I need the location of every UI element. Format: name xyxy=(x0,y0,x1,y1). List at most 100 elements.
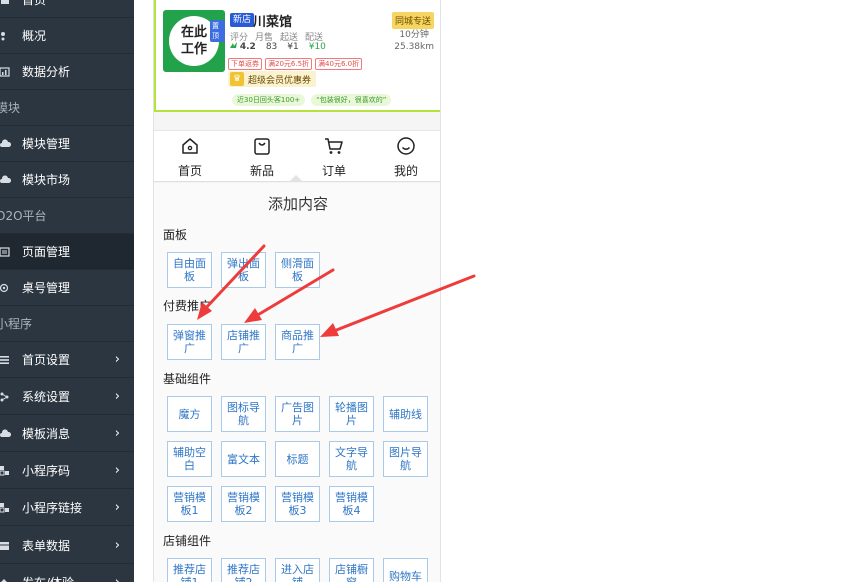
bag-icon xyxy=(254,137,270,155)
tab-home[interactable]: 首页 xyxy=(154,131,226,183)
coupon-tag: 下单返券 xyxy=(228,58,262,70)
sidebar-item-label: 模块管理 xyxy=(22,137,71,151)
component-button[interactable]: 营销模板2 xyxy=(221,486,266,522)
component-button[interactable]: 辅助空白 xyxy=(167,441,212,477)
sidebar-item-form-data[interactable]: 表单数据 › xyxy=(0,528,134,564)
grid-icon xyxy=(0,453,14,489)
grid-icon xyxy=(0,490,14,526)
home-icon xyxy=(182,137,198,154)
component-button[interactable]: 弹出面板 xyxy=(221,252,266,288)
rating-icon xyxy=(230,42,237,48)
delivery-time-value: 10分钟 xyxy=(399,30,429,40)
sidebar-item-label: 表单数据 xyxy=(22,539,71,553)
sidebar-section-modules: 模块 xyxy=(0,90,134,126)
component-button[interactable]: 营销模板4 xyxy=(329,486,374,522)
monthly-sales-value: 83 xyxy=(265,42,278,52)
home-icon xyxy=(0,0,14,18)
component-button[interactable]: 图片导航 xyxy=(383,441,428,477)
tab-label: 新品 xyxy=(249,163,274,178)
sidebar-item-data-analysis[interactable]: 数据分析 xyxy=(0,54,134,90)
panel-title: 添加内容 xyxy=(267,195,328,213)
sidebar-item-table-manage[interactable]: 桌号管理 xyxy=(0,270,134,306)
add-content-panel: 添加内容 面板 自由面板 弹出面板 侧滑面板 付费推广 弹窗推广 店铺推广 商品… xyxy=(154,183,440,582)
component-button[interactable]: 辅助线 xyxy=(383,396,428,432)
component-button[interactable]: 店铺推广 xyxy=(221,324,266,360)
component-button[interactable]: 富文本 xyxy=(221,441,266,477)
sidebar-section-miniprogram: 小程序 xyxy=(0,306,134,342)
panel-buttons: 自由面板 弹出面板 侧滑面板 xyxy=(167,252,437,297)
component-button[interactable]: 推荐店铺2 xyxy=(221,558,266,582)
sidebar-item-template-messages[interactable]: 模板消息 › xyxy=(0,416,134,452)
tab-orders[interactable]: 订单 xyxy=(298,131,370,183)
component-button[interactable]: 魔方 xyxy=(167,396,212,432)
sidebar-item-label: 系统设置 xyxy=(22,390,71,404)
component-button[interactable]: 标题 xyxy=(275,441,320,477)
page-icon xyxy=(0,234,14,270)
chevron-right-icon: › xyxy=(114,500,120,515)
logo-tag: 置顶 xyxy=(210,20,225,42)
component-button[interactable]: 推荐店铺1 xyxy=(167,558,212,582)
sidebar-item-label: 首页设置 xyxy=(22,353,71,367)
component-button[interactable]: 购物车 xyxy=(383,558,428,582)
cloud-icon xyxy=(0,126,14,162)
tab-mine[interactable]: 我的 xyxy=(370,131,440,183)
shop-logo-text: 在此 xyxy=(180,25,207,40)
coupon-row: 下单返券 满20元6.5折 满40元6.0折 xyxy=(228,58,365,70)
component-button[interactable]: 广告图片 xyxy=(275,396,320,432)
component-button[interactable]: 商品推广 xyxy=(275,324,320,360)
component-button[interactable]: 侧滑面板 xyxy=(275,252,320,288)
sidebar-item-miniprogram-code[interactable]: 小程序码 › xyxy=(0,453,134,489)
divider xyxy=(154,112,440,130)
sidebar-item-label: 模板消息 xyxy=(22,427,71,441)
sidebar-item-label: 发布/体验 xyxy=(22,565,74,582)
component-button[interactable]: 图标导航 xyxy=(221,396,266,432)
min-order-value: ¥1 xyxy=(287,42,299,52)
sidebar-item-label: 桌号管理 xyxy=(22,281,71,295)
basic-buttons: 魔方 图标导航 广告图片 轮播图片 辅助线 辅助空白 富文本 标题 文字导航 图… xyxy=(167,396,437,531)
sidebar-item-module-manage[interactable]: 模块管理 xyxy=(0,126,134,162)
sidebar-item-publish[interactable]: 发布/体验 › xyxy=(0,565,134,582)
section-title-panel: 面板 xyxy=(163,228,188,242)
overview-icon xyxy=(0,18,14,54)
sidebar-item-label: 小程序链接 xyxy=(22,501,83,515)
component-button[interactable]: 轮播图片 xyxy=(329,396,374,432)
table-icon xyxy=(0,528,14,564)
component-button[interactable]: 店铺橱窗 xyxy=(329,558,374,582)
component-button[interactable]: 营销模板3 xyxy=(275,486,320,522)
component-button[interactable]: 进入店铺 xyxy=(275,558,320,582)
component-button[interactable]: 营销模板1 xyxy=(167,486,212,522)
sidebar-item-home-settings[interactable]: 首页设置 › xyxy=(0,342,134,378)
cloud-icon xyxy=(0,416,14,452)
component-button[interactable]: 弹窗推广 xyxy=(167,324,212,360)
component-button[interactable]: 文字导航 xyxy=(329,441,374,477)
vip-coupon[interactable]: ♛ 超级会员优惠券 xyxy=(228,71,317,87)
cloud-icon xyxy=(0,162,14,198)
sidebar-section-label: O2O平台 xyxy=(0,209,47,223)
sidebar-item-page-manage[interactable]: 页面管理 xyxy=(0,234,134,270)
sidebar-item-overview[interactable]: 概况 xyxy=(0,18,134,54)
sidebar-item-home[interactable]: 首页 xyxy=(0,0,134,18)
chevron-right-icon: › xyxy=(115,565,120,582)
sidebar-item-module-market[interactable]: 模块市场 xyxy=(0,162,134,198)
smile-icon xyxy=(397,136,415,155)
tab-label: 订单 xyxy=(321,163,346,178)
sidebar-item-label: 小程序码 xyxy=(22,464,71,478)
tab-new[interactable]: 新品 xyxy=(226,131,298,183)
promotion-buttons: 弹窗推广 店铺推广 商品推广 xyxy=(167,324,437,369)
shop-logo-text: 工作 xyxy=(180,42,207,57)
chevron-right-icon: › xyxy=(114,463,120,478)
shop-card[interactable]: 在此 工作 置顶 新店 川菜馆 同城专送 评分 月售 起送 配送 4.2 83 … xyxy=(154,0,440,112)
delivery-time: 10分钟 25.38km xyxy=(394,29,434,53)
sidebar-item-system-settings[interactable]: 系统设置 › xyxy=(0,379,134,415)
crown-icon: ♛ xyxy=(230,72,244,86)
component-button[interactable]: 自由面板 xyxy=(167,252,212,288)
share-icon xyxy=(0,379,14,415)
shop-logo: 在此 工作 置顶 xyxy=(163,10,225,72)
cart-icon xyxy=(325,137,343,154)
sidebar-item-miniprogram-link[interactable]: 小程序链接 › xyxy=(0,490,134,526)
list-icon xyxy=(0,342,14,378)
delivery-fee-value: ¥10 xyxy=(308,42,326,52)
sidebar-section-label: 模块 xyxy=(0,101,21,115)
rating-value: 4.2 xyxy=(230,42,256,52)
shop-stat-values: 4.2 83 ¥1 ¥10 xyxy=(230,42,336,52)
